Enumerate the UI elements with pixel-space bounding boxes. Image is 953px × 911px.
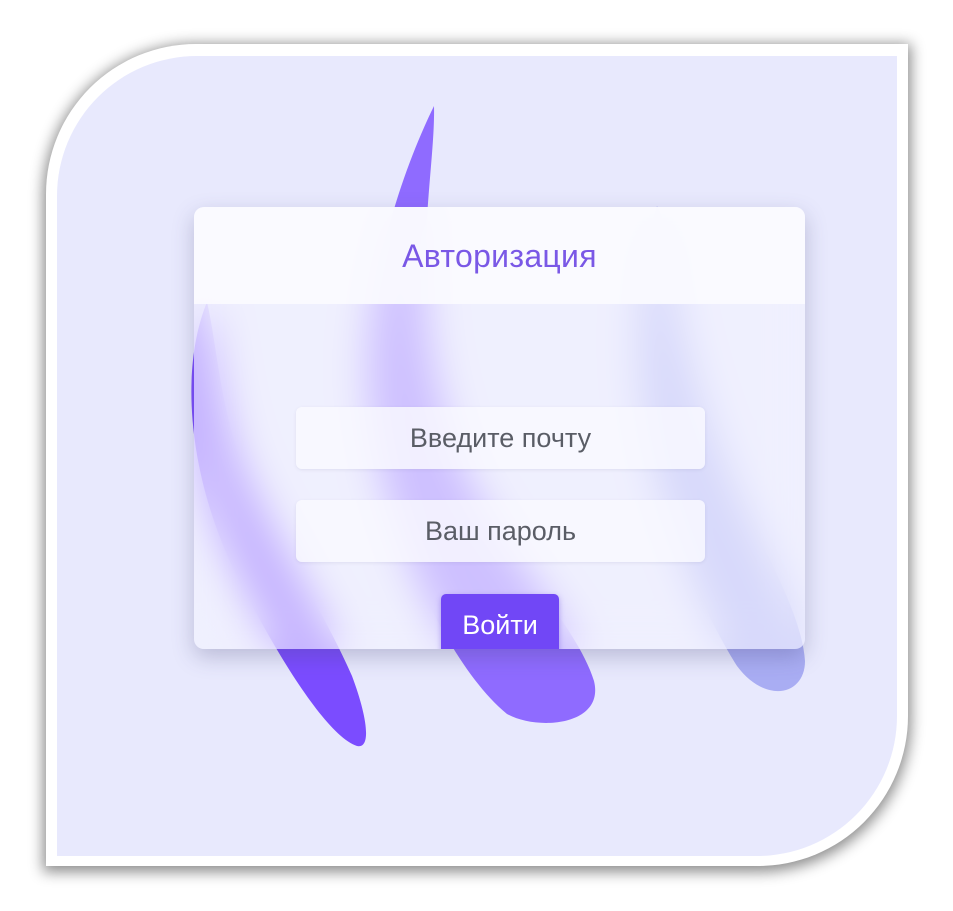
password-field[interactable] [296, 499, 705, 563]
email-field[interactable] [296, 406, 705, 470]
login-scene: Авторизация Войти [57, 56, 897, 856]
card-header: Авторизация [194, 207, 805, 304]
login-title: Авторизация [402, 238, 597, 274]
password-input[interactable] [296, 499, 705, 563]
email-input[interactable] [296, 406, 705, 470]
login-button[interactable]: Войти [441, 594, 559, 649]
login-card: Авторизация Войти [194, 207, 805, 649]
